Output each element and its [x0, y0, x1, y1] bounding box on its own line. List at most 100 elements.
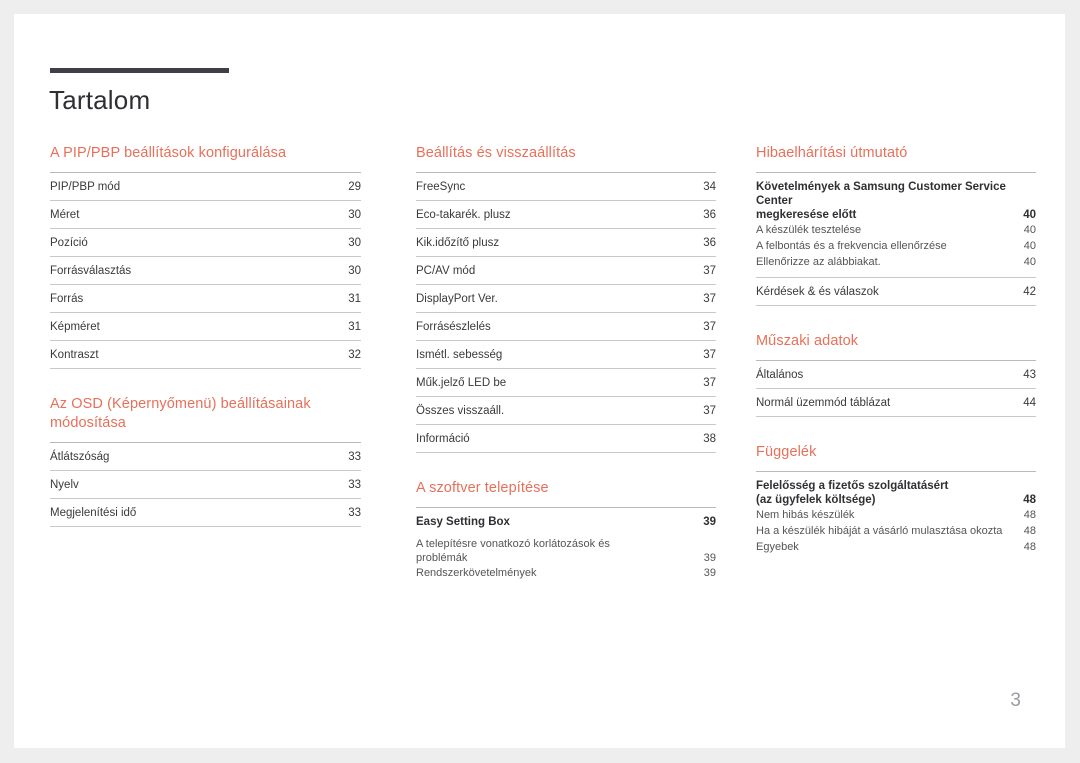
- toc-section: A PIP/PBP beállítások konfigurálása PIP/P…: [50, 144, 361, 369]
- toc-entry-page: 39: [703, 552, 716, 564]
- toc-entry[interactable]: Normál üzemmód táblázat 44: [756, 389, 1036, 417]
- toc-entry-list: Követelmények a Samsung Customer Service…: [756, 172, 1036, 306]
- toc-section: A szoftver telepítése Easy Setting Box 39 A…: [416, 479, 716, 581]
- toc-entry[interactable]: Általános 43: [756, 361, 1036, 389]
- toc-entry-page: 30: [348, 265, 361, 277]
- toc-entry[interactable]: Egyebek 48: [756, 539, 1036, 555]
- toc-entry-label: Ismétl. sebesség: [416, 349, 503, 361]
- toc-entry[interactable]: Követelmények a Samsung Customer Service…: [756, 173, 1036, 222]
- toc-entry-page: 33: [348, 507, 361, 519]
- toc-entry-label: Méret: [50, 209, 80, 221]
- toc-entry-page: 43: [1023, 369, 1036, 381]
- toc-entry[interactable]: Kérdések & és válaszok 42: [756, 277, 1036, 306]
- toc-entry-page: 32: [348, 349, 361, 361]
- toc-entry[interactable]: A telepítésre vonatkozó korlátozások és p…: [416, 530, 716, 565]
- toc-section: Hibaelhárítási útmutató Követelmények a S…: [756, 144, 1036, 306]
- toc-entry-page: 48: [1023, 509, 1036, 521]
- toc-entry-page: 34: [703, 181, 716, 193]
- toc-entry[interactable]: Átlátszóság 33: [50, 443, 361, 471]
- toc-section-heading: Beállítás és visszaállítás: [416, 145, 576, 161]
- toc-section: Műszaki adatok Általános 43 Normál üzemmód …: [756, 332, 1036, 417]
- toc-entry[interactable]: FreeSync 34: [416, 173, 716, 201]
- toc-entry[interactable]: Forrásválasztás 30: [50, 257, 361, 285]
- toc-entry-page: 33: [348, 479, 361, 491]
- toc-entry-label-cont: problémák: [416, 552, 468, 564]
- toc-entry-label: Rendszerkövetelmények: [416, 567, 537, 579]
- toc-entry[interactable]: Rendszerkövetelmények 39: [416, 565, 716, 581]
- toc-entry[interactable]: Eco-takarék. plusz 36: [416, 201, 716, 229]
- toc-entry-label: Forrás: [50, 293, 84, 305]
- toc-entry[interactable]: PIP/PBP mód 29: [50, 173, 361, 201]
- toc-entry-label: A telepítésre vonatkozó korlátozások és: [416, 538, 610, 550]
- toc-columns: A PIP/PBP beállítások konfigurálása PIP/P…: [14, 144, 1065, 583]
- toc-entry-page: 48: [1023, 494, 1036, 506]
- toc-entry-label: PC/AV mód: [416, 265, 476, 277]
- toc-entry-label: Kérdések & és válaszok: [756, 286, 879, 298]
- toc-entry-label: Ha a készülék hibáját a vásárló mulasztá…: [756, 525, 1003, 537]
- toc-entry-label: Műk.jelző LED be: [416, 377, 507, 389]
- toc-entry[interactable]: Forrás 31: [50, 285, 361, 313]
- toc-entry[interactable]: DisplayPort Ver. 37: [416, 285, 716, 313]
- toc-entry-page: 48: [1023, 541, 1036, 553]
- toc-entry[interactable]: Forrásészlelés 37: [416, 313, 716, 341]
- toc-entry-label: Felelősség a fizetős szolgáltatásért: [756, 480, 949, 492]
- toc-entry[interactable]: Összes visszaáll. 37: [416, 397, 716, 425]
- toc-entry-label: Általános: [756, 369, 804, 381]
- toc-entry-list: Általános 43 Normál üzemmód táblázat 44: [756, 360, 1036, 417]
- toc-entry-label: DisplayPort Ver.: [416, 293, 498, 305]
- toc-entry-label: Információ: [416, 433, 470, 445]
- toc-entry[interactable]: A készülék tesztelése 40: [756, 222, 1036, 238]
- toc-section-heading: Műszaki adatok: [756, 333, 859, 349]
- toc-entry[interactable]: Easy Setting Box 39: [416, 508, 716, 530]
- toc-entry[interactable]: Nem hibás készülék 48: [756, 507, 1036, 523]
- toc-entry[interactable]: Ismétl. sebesség 37: [416, 341, 716, 369]
- toc-entry-page: 36: [703, 209, 716, 221]
- toc-entry-label: Eco-takarék. plusz: [416, 209, 511, 221]
- toc-entry-label: Nem hibás készülék: [756, 509, 855, 521]
- toc-entry-label: Kik.időzítő plusz: [416, 237, 500, 249]
- toc-section-heading: A szoftver telepítése: [416, 480, 549, 496]
- toc-entry-page: 29: [348, 181, 361, 193]
- toc-entry[interactable]: Műk.jelző LED be 37: [416, 369, 716, 397]
- toc-entry-list: Easy Setting Box 39 A telepítésre vonatkoz…: [416, 507, 716, 581]
- toc-entry[interactable]: A felbontás és a frekvencia ellenőrzése 4…: [756, 238, 1036, 254]
- toc-entry[interactable]: Nyelv 33: [50, 471, 361, 499]
- toc-entry[interactable]: Méret 30: [50, 201, 361, 229]
- toc-entry-page: 37: [703, 405, 716, 417]
- toc-entry-list: FreeSync 34 Eco-takarék. plusz 36 Kik.időzít…: [416, 172, 716, 453]
- toc-entry-label: Easy Setting Box: [416, 516, 510, 528]
- toc-entry-label-cont: (az ügyfelek költsége): [756, 494, 876, 506]
- toc-entry[interactable]: Információ 38: [416, 425, 716, 453]
- toc-entry[interactable]: Képméret 31: [50, 313, 361, 341]
- toc-entry-label: Kontraszt: [50, 349, 99, 361]
- toc-column-2: Beállítás és visszaállítás FreeSync 34 Eco-…: [379, 144, 742, 583]
- toc-entry[interactable]: Kontraszt 32: [50, 341, 361, 369]
- toc-entry[interactable]: Felelősség a fizetős szolgáltatásért (az …: [756, 472, 1036, 507]
- toc-entry-page: 39: [703, 567, 716, 579]
- toc-entry-page: 38: [703, 433, 716, 445]
- toc-entry-page: 30: [348, 237, 361, 249]
- toc-entry[interactable]: PC/AV mód 37: [416, 257, 716, 285]
- toc-entry-page: 40: [1023, 240, 1036, 252]
- toc-entry-label: Összes visszaáll.: [416, 405, 505, 417]
- toc-entry-page: 37: [703, 321, 716, 333]
- toc-entry-label: PIP/PBP mód: [50, 181, 121, 193]
- toc-entry[interactable]: Pozíció 30: [50, 229, 361, 257]
- page-number: 3: [1010, 690, 1021, 711]
- document-page: Tartalom A PIP/PBP beállítások konfigurá…: [14, 14, 1065, 748]
- toc-entry-label-cont: megkeresése előtt: [756, 209, 857, 221]
- toc-entry-page: 40: [1023, 256, 1036, 268]
- toc-section-heading: Az OSD (Képernyőmenü) beállításainak mód…: [50, 396, 311, 431]
- toc-entry[interactable]: Megjelenítési idő 33: [50, 499, 361, 527]
- toc-entry-label: A készülék tesztelése: [756, 224, 862, 236]
- toc-entry[interactable]: Ellenőrizze az alábbiakat. 40: [756, 254, 1036, 270]
- toc-entry-label: A felbontás és a frekvencia ellenőrzése: [756, 240, 947, 252]
- toc-entry-page: 40: [1023, 209, 1036, 221]
- toc-entry-label: Megjelenítési idő: [50, 507, 137, 519]
- toc-entry[interactable]: Ha a készülék hibáját a vásárló mulasztá…: [756, 523, 1036, 539]
- toc-entry-label: Követelmények a Samsung Customer Service…: [756, 181, 1006, 207]
- toc-entry[interactable]: Kik.időzítő plusz 36: [416, 229, 716, 257]
- toc-column-3: Hibaelhárítási útmutató Követelmények a S…: [742, 144, 1065, 583]
- toc-entry-page: 40: [1023, 224, 1036, 236]
- toc-entry-page: 31: [348, 321, 361, 333]
